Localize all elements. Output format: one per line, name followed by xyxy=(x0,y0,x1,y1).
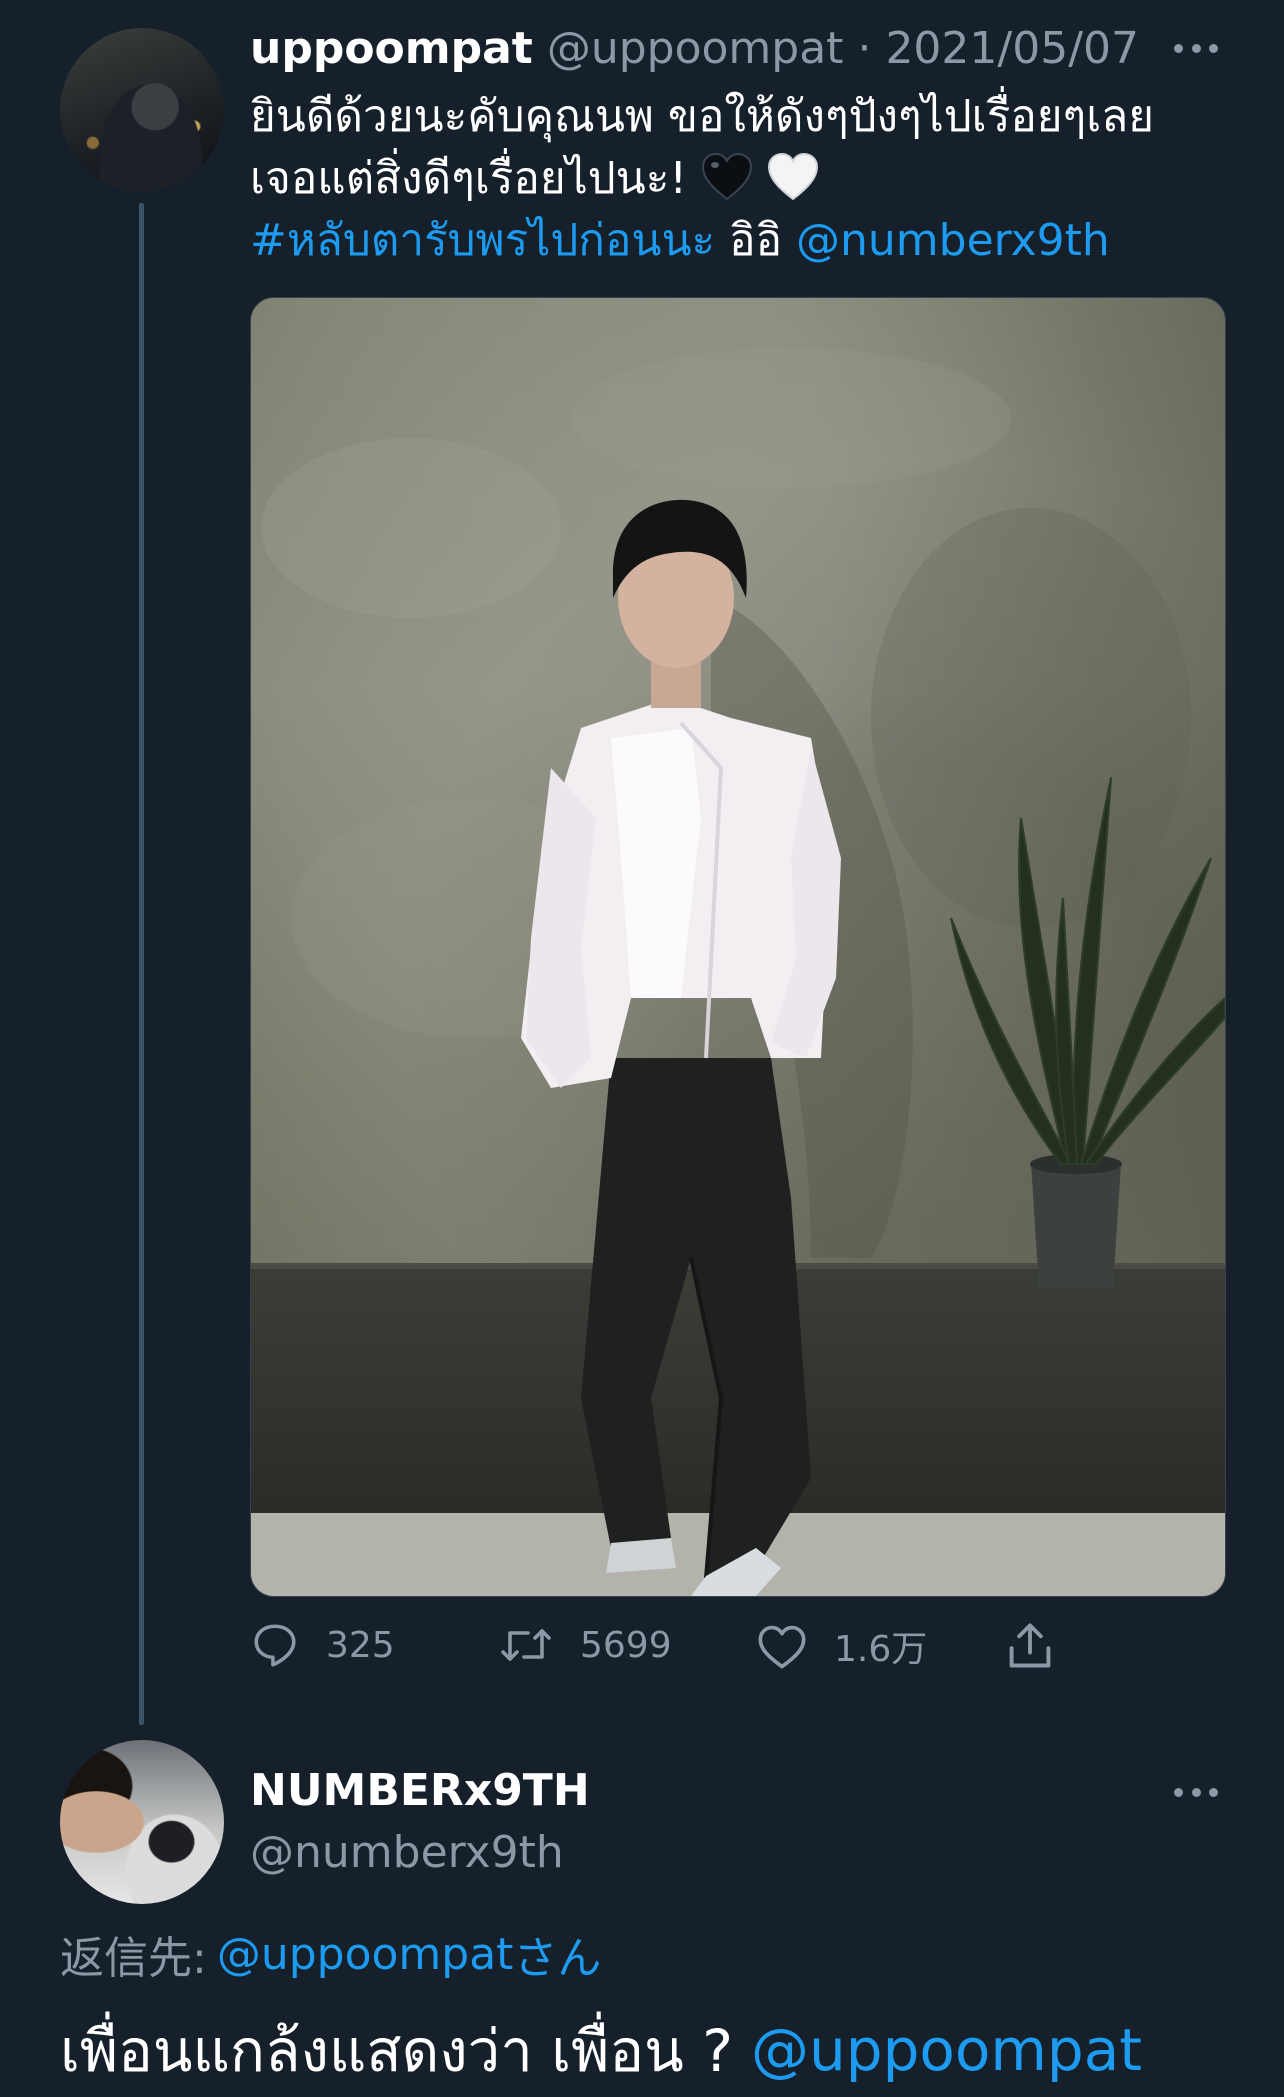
tweet1-text-line3: #หลับตารับพรไปก่อนนะ อิอิ @numberx9th xyxy=(250,210,1250,272)
reply-to-suffix[interactable]: さん xyxy=(513,1922,601,1986)
like-count: 1.6万 xyxy=(834,1629,928,1670)
more-icon[interactable] xyxy=(1174,42,1218,54)
tweet1-text-line2: เจอแต่สิ่งดีๆเรื่อยไปนะ! xyxy=(250,153,688,204)
reply-to-line: 返信先: @uppoompat さん xyxy=(60,1922,601,1986)
tweet2-name-row: NUMBERx9TH xyxy=(250,1760,590,1820)
more-icon[interactable] xyxy=(1174,1786,1218,1798)
tweet1-separator: · xyxy=(857,22,872,74)
retweet-button[interactable]: 5699 xyxy=(498,1620,672,1670)
avatar-numberx9th[interactable] xyxy=(60,1740,224,1904)
like-icon xyxy=(758,1625,806,1669)
tweet1-header: uppoompat @uppoompat · 2021/05/07 xyxy=(250,18,1139,78)
reply-to-user-link[interactable]: @uppoompat xyxy=(217,1929,514,1980)
tweet1-text-after-hashtag: อิอิ xyxy=(729,215,783,266)
reply-button[interactable]: 325 xyxy=(250,1620,395,1670)
retweet-count: 5699 xyxy=(580,1624,672,1666)
tweet2-text-body: เพื่อนแกล้งแสดงว่า เพื่อน ? xyxy=(60,2016,734,2085)
hashtag-link[interactable]: #หลับตารับพรไปก่อนนะ xyxy=(250,215,715,266)
black-heart-icon xyxy=(702,153,753,201)
reply-icon xyxy=(254,1624,296,1667)
retweet-icon xyxy=(501,1629,551,1661)
reply-to-prefix: 返信先: xyxy=(60,1933,207,1984)
thread-line xyxy=(139,203,144,1725)
tweet1-photo[interactable] xyxy=(250,297,1226,1597)
share-button[interactable] xyxy=(1004,1620,1056,1672)
tweet2-handle[interactable]: @numberx9th xyxy=(250,1827,564,1878)
like-button[interactable]: 1.6万 xyxy=(756,1620,927,1672)
tweet2-text: เพื่อนแกล้งแสดงว่า เพื่อน ? @uppoompat xyxy=(60,2010,1142,2090)
tweet1-date[interactable]: 2021/05/07 xyxy=(885,23,1139,74)
mention-link-numberx9th[interactable]: @numberx9th xyxy=(796,215,1110,266)
tweet1-display-name[interactable]: uppoompat xyxy=(250,23,533,74)
tweet2-handle-row: @numberx9th xyxy=(250,1822,564,1882)
reply-count: 325 xyxy=(326,1624,395,1666)
share-icon xyxy=(1009,1623,1051,1668)
tweet1-handle[interactable]: @uppoompat xyxy=(547,23,844,74)
avatar-uppoompat[interactable] xyxy=(60,28,224,192)
tweet1-text-line1: ยินดีด้วยนะคับคุณนพ ขอให้ดังๆปังๆไปเรื่อ… xyxy=(250,91,1154,142)
mention-link-uppoompat[interactable]: @uppoompat xyxy=(751,2016,1142,2084)
white-heart-icon xyxy=(768,153,819,201)
tweet2-display-name[interactable]: NUMBERx9TH xyxy=(250,1765,590,1816)
tweet1-text-line2-wrap: เจอแต่สิ่งดีๆเรื่อยไปนะ! xyxy=(250,148,1250,210)
photo-illustration xyxy=(251,298,1225,1596)
tweet1-text: ยินดีด้วยนะคับคุณนพ ขอให้ดังๆปังๆไปเรื่อ… xyxy=(250,86,1250,272)
